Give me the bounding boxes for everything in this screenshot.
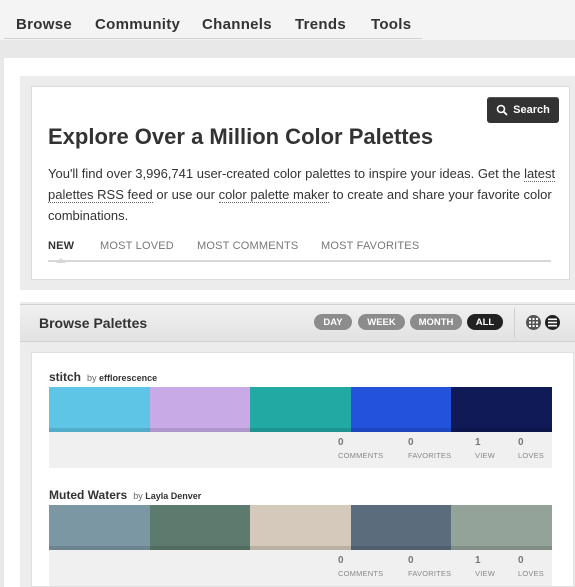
stat-comments[interactable]: 0 COMMENTS — [338, 555, 383, 578]
color-swatch[interactable] — [350, 505, 452, 550]
stat-views: 1 VIEW — [475, 555, 495, 578]
color-swatch[interactable] — [451, 387, 552, 432]
nav-divider — [4, 38, 422, 39]
color-swatch[interactable] — [149, 387, 251, 432]
stat-comments[interactable]: 0 COMMENTS — [338, 437, 383, 460]
stat-value: 1 — [475, 555, 481, 566]
stat-value: 0 — [408, 555, 414, 566]
palette-stats: 0 COMMENTS 0 FAVORITES 1 VIEW 0 LOVES — [49, 550, 552, 586]
filter-day-button[interactable]: DAY — [314, 314, 352, 330]
palette-title[interactable]: stitch by efflorescence — [49, 370, 157, 384]
stat-label: FAVORITES — [408, 569, 452, 578]
tab-most-favorites[interactable]: MOST FAVORITES — [321, 240, 419, 252]
color-swatch[interactable] — [250, 387, 351, 432]
stat-label: FAVORITES — [408, 451, 452, 460]
stat-loves[interactable]: 0 LOVES — [518, 555, 544, 578]
palette-swatches[interactable] — [49, 505, 552, 550]
color-swatch[interactable] — [49, 387, 150, 432]
stat-label: VIEW — [475, 569, 495, 578]
grid-view-icon[interactable] — [526, 315, 541, 330]
stat-value: 0 — [518, 437, 524, 448]
stat-value: 0 — [338, 437, 344, 448]
tab-most-loved[interactable]: MOST LOVED — [100, 240, 174, 252]
top-nav: Browse Community Channels Trends Tools — [0, 0, 575, 40]
nav-channels[interactable]: Channels — [202, 16, 272, 33]
color-swatch[interactable] — [149, 505, 251, 550]
sort-tabs: NEW MOST LOVED MOST COMMENTS MOST FAVORI… — [48, 240, 551, 263]
nav-trends[interactable]: Trends — [295, 16, 346, 33]
explore-description: You'll find over 3,996,741 user-created … — [48, 163, 558, 226]
stat-views: 1 VIEW — [475, 437, 495, 460]
nav-community[interactable]: Community — [95, 16, 180, 33]
filter-month-button[interactable]: MONTH — [410, 314, 462, 330]
palette-swatches[interactable] — [49, 387, 552, 432]
stat-label: COMMENTS — [338, 451, 384, 460]
filter-week-button[interactable]: WEEK — [358, 314, 405, 330]
tab-new[interactable]: NEW — [48, 240, 74, 252]
color-swatch[interactable] — [451, 505, 552, 550]
filter-all-button[interactable]: ALL — [467, 314, 503, 330]
palette-author: by Layla Denver — [133, 491, 201, 501]
page-title: Explore Over a Million Color Palettes — [48, 124, 434, 149]
browse-title: Browse Palettes — [39, 315, 148, 331]
palette-title[interactable]: Muted Waters by Layla Denver — [49, 488, 201, 502]
stat-label: COMMENTS — [338, 569, 384, 578]
palette-stats: 0 COMMENTS 0 FAVORITES 1 VIEW 0 LOVES — [49, 432, 552, 468]
palette-maker-link[interactable]: color palette maker — [218, 187, 330, 203]
stat-value: 0 — [338, 555, 344, 566]
color-swatch[interactable] — [49, 505, 150, 550]
color-swatch[interactable] — [350, 387, 452, 432]
palette-name[interactable]: stitch — [49, 370, 81, 384]
author-link[interactable]: Layla Denver — [145, 491, 201, 501]
desc-text-1: You'll find over 3,996,741 user-created … — [48, 166, 525, 181]
stat-favorites[interactable]: 0 FAVORITES — [408, 555, 451, 578]
stat-value: 0 — [408, 437, 414, 448]
stat-value: 1 — [475, 437, 481, 448]
palette-author: by efflorescence — [87, 373, 157, 383]
tab-most-comments[interactable]: MOST COMMENTS — [197, 240, 298, 252]
desc-text-2: or use our — [152, 187, 219, 202]
by-label: by — [133, 491, 143, 501]
stat-label: VIEW — [475, 451, 495, 460]
search-icon — [496, 104, 508, 116]
active-tab-indicator — [56, 258, 66, 263]
search-button-label: Search — [513, 104, 550, 116]
stat-label: LOVES — [518, 569, 545, 578]
by-label: by — [87, 373, 97, 383]
list-view-icon[interactable] — [545, 315, 560, 330]
stat-value: 0 — [518, 555, 524, 566]
stat-label: LOVES — [518, 451, 545, 460]
nav-browse[interactable]: Browse — [16, 16, 72, 33]
nav-tools[interactable]: Tools — [371, 16, 411, 33]
color-swatch[interactable] — [250, 505, 351, 550]
search-button[interactable]: Search — [487, 97, 559, 123]
header-divider — [514, 308, 515, 338]
stat-loves[interactable]: 0 LOVES — [518, 437, 544, 460]
author-link[interactable]: efflorescence — [99, 373, 157, 383]
palette-name[interactable]: Muted Waters — [49, 488, 127, 502]
stat-favorites[interactable]: 0 FAVORITES — [408, 437, 451, 460]
